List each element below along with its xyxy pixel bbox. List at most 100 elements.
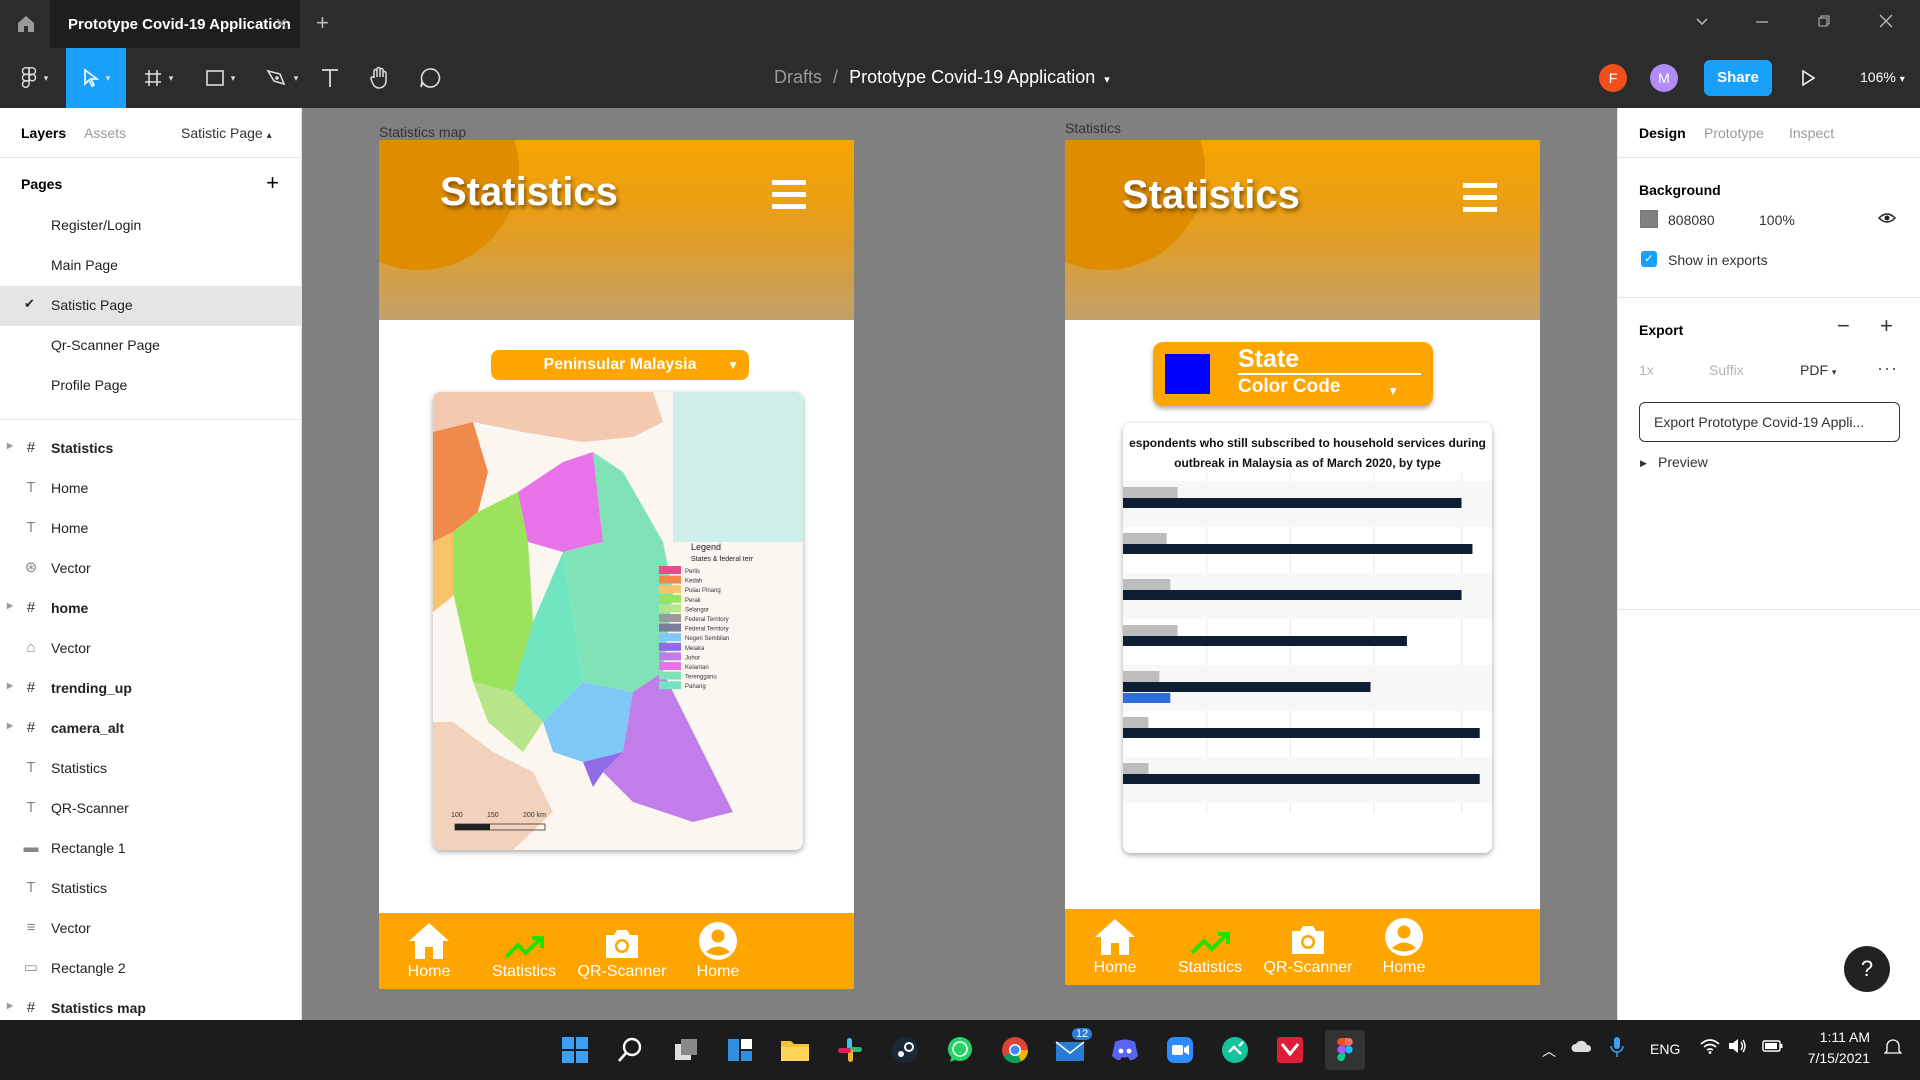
- nav-profile[interactable]: Home: [1354, 909, 1454, 985]
- layer-row[interactable]: ⌂ Vector: [0, 628, 301, 668]
- layer-row[interactable]: ▬ Rectangle 1: [0, 828, 301, 868]
- background-opacity[interactable]: 100%: [1759, 212, 1795, 228]
- close-window-icon[interactable]: [1878, 13, 1894, 34]
- help-button[interactable]: ?: [1844, 946, 1890, 992]
- preview-toggle[interactable]: Preview: [1658, 454, 1708, 470]
- microphone-icon[interactable]: [1610, 1036, 1624, 1061]
- volume-icon[interactable]: [1728, 1038, 1748, 1057]
- nav-home[interactable]: Home: [379, 913, 479, 989]
- steam-icon[interactable]: [885, 1030, 925, 1070]
- restore-icon[interactable]: [1816, 13, 1832, 34]
- share-button[interactable]: Share: [1704, 60, 1772, 96]
- onedrive-cloud-icon[interactable]: [1570, 1038, 1592, 1057]
- page-item-selected[interactable]: ✔ Satistic Page: [0, 286, 301, 326]
- chevron-up-icon[interactable]: ︿: [1542, 1041, 1556, 1061]
- language-indicator[interactable]: ENG: [1650, 1041, 1680, 1057]
- layer-row[interactable]: ▶ # trending_up: [0, 668, 301, 708]
- mail-icon[interactable]: 12: [1050, 1028, 1093, 1070]
- tab-design[interactable]: Design: [1639, 125, 1686, 141]
- page-item[interactable]: Register/Login: [0, 206, 301, 246]
- layer-row[interactable]: T Home: [0, 468, 301, 508]
- layer-row[interactable]: ▶ # Statistics: [0, 428, 301, 468]
- nav-qr-scanner[interactable]: QR-Scanner: [1255, 909, 1361, 985]
- tab-layers[interactable]: Layers: [21, 125, 66, 141]
- expand-arrow-icon[interactable]: ▶: [7, 681, 13, 690]
- windows-start-icon[interactable]: [555, 1030, 595, 1070]
- layer-row[interactable]: ⊛ Vector: [0, 548, 301, 588]
- page-item[interactable]: Profile Page: [0, 366, 301, 406]
- file-tab[interactable]: Prototype Covid-19 Application ✕: [50, 0, 300, 48]
- frame-label-statistics-map[interactable]: Statistics map: [379, 124, 466, 140]
- mendeley-icon[interactable]: [1270, 1030, 1310, 1070]
- chrome-icon[interactable]: [995, 1030, 1035, 1070]
- frame-label-statistics[interactable]: Statistics: [1065, 120, 1121, 136]
- main-menu-button[interactable]: ▾: [4, 48, 64, 108]
- state-color-code-selector[interactable]: State Color Code ▼: [1153, 342, 1433, 406]
- move-tool-button[interactable]: ▾: [66, 48, 126, 108]
- layer-row[interactable]: ▶ # Statistics map: [0, 988, 301, 1020]
- nav-statistics[interactable]: Statistics: [1160, 909, 1260, 985]
- expand-arrow-icon[interactable]: ▶: [1640, 458, 1647, 469]
- layer-row[interactable]: T QR-Scanner: [0, 788, 301, 828]
- zoom-icon[interactable]: [1160, 1030, 1200, 1070]
- zoom-level[interactable]: 106% ▾: [1860, 69, 1905, 85]
- nav-qr-scanner[interactable]: QR-Scanner: [569, 913, 675, 989]
- nav-statistics[interactable]: Statistics: [474, 913, 574, 989]
- nav-profile[interactable]: Home: [668, 913, 768, 989]
- hamburger-menu-icon[interactable]: [772, 180, 806, 210]
- tab-inspect[interactable]: Inspect: [1789, 125, 1834, 141]
- notification-icon[interactable]: [1883, 1038, 1903, 1059]
- whatsapp-icon[interactable]: [940, 1030, 980, 1070]
- nav-home[interactable]: Home: [1065, 909, 1165, 985]
- expand-arrow-icon[interactable]: ▶: [7, 601, 13, 610]
- avatar-f[interactable]: F: [1599, 64, 1627, 92]
- figma-icon[interactable]: [1325, 1030, 1365, 1070]
- project-name[interactable]: Prototype Covid-19 Application: [849, 67, 1095, 87]
- tab-prototype[interactable]: Prototype: [1704, 125, 1764, 141]
- show-in-exports-checkbox[interactable]: ✓: [1641, 251, 1657, 267]
- layer-row[interactable]: T Home: [0, 508, 301, 548]
- page-item[interactable]: Qr-Scanner Page: [0, 326, 301, 366]
- grammarly-icon[interactable]: [1215, 1030, 1255, 1070]
- layer-row[interactable]: ▶ # home: [0, 588, 301, 628]
- widgets-icon[interactable]: [720, 1030, 760, 1070]
- region-dropdown[interactable]: Peninsular Malaysia ▼: [491, 350, 749, 380]
- export-scale[interactable]: 1x: [1639, 362, 1654, 378]
- avatar-m[interactable]: M: [1650, 64, 1678, 92]
- remove-export-icon[interactable]: −: [1837, 313, 1850, 339]
- tab-assets[interactable]: Assets: [84, 125, 126, 141]
- chevron-down-icon[interactable]: ▾: [1104, 74, 1110, 86]
- breadcrumb-drafts[interactable]: Drafts: [774, 67, 822, 87]
- search-icon[interactable]: [610, 1030, 650, 1070]
- export-button[interactable]: Export Prototype Covid-19 Appli...: [1639, 402, 1900, 442]
- comment-tool-button[interactable]: [400, 48, 460, 108]
- file-explorer-icon[interactable]: [775, 1030, 815, 1070]
- expand-arrow-icon[interactable]: ▶: [7, 721, 13, 730]
- layer-row[interactable]: ▭ Rectangle 2: [0, 948, 301, 988]
- shape-tool-button[interactable]: ▾: [190, 48, 250, 108]
- more-options-icon[interactable]: ···: [1877, 358, 1898, 379]
- slack-icon[interactable]: [830, 1030, 870, 1070]
- wifi-icon[interactable]: [1700, 1038, 1720, 1057]
- task-view-icon[interactable]: [666, 1030, 706, 1070]
- background-hex[interactable]: 808080: [1668, 212, 1715, 228]
- export-format[interactable]: PDF ▾: [1800, 362, 1836, 378]
- minimize-icon[interactable]: [1754, 13, 1770, 34]
- discord-icon[interactable]: [1105, 1030, 1145, 1070]
- expand-arrow-icon[interactable]: ▶: [7, 1001, 13, 1010]
- layer-row[interactable]: T Statistics: [0, 748, 301, 788]
- layer-row[interactable]: T Statistics: [0, 868, 301, 908]
- current-page-selector[interactable]: Satistic Page ▴: [181, 125, 272, 141]
- close-tab-icon[interactable]: ✕: [275, 14, 288, 34]
- layer-row[interactable]: ▶ # camera_alt: [0, 708, 301, 748]
- background-swatch[interactable]: [1640, 210, 1658, 228]
- hamburger-menu-icon[interactable]: [1463, 183, 1497, 213]
- home-icon[interactable]: [14, 12, 38, 36]
- new-tab-icon[interactable]: +: [316, 10, 329, 36]
- system-clock[interactable]: 1:11 AM 7/15/2021: [1800, 1027, 1870, 1069]
- frame-tool-button[interactable]: ▾: [128, 48, 188, 108]
- present-play-icon[interactable]: [1800, 69, 1816, 92]
- eye-icon[interactable]: [1877, 211, 1897, 228]
- battery-icon[interactable]: [1762, 1038, 1784, 1057]
- page-item[interactable]: Main Page: [0, 246, 301, 286]
